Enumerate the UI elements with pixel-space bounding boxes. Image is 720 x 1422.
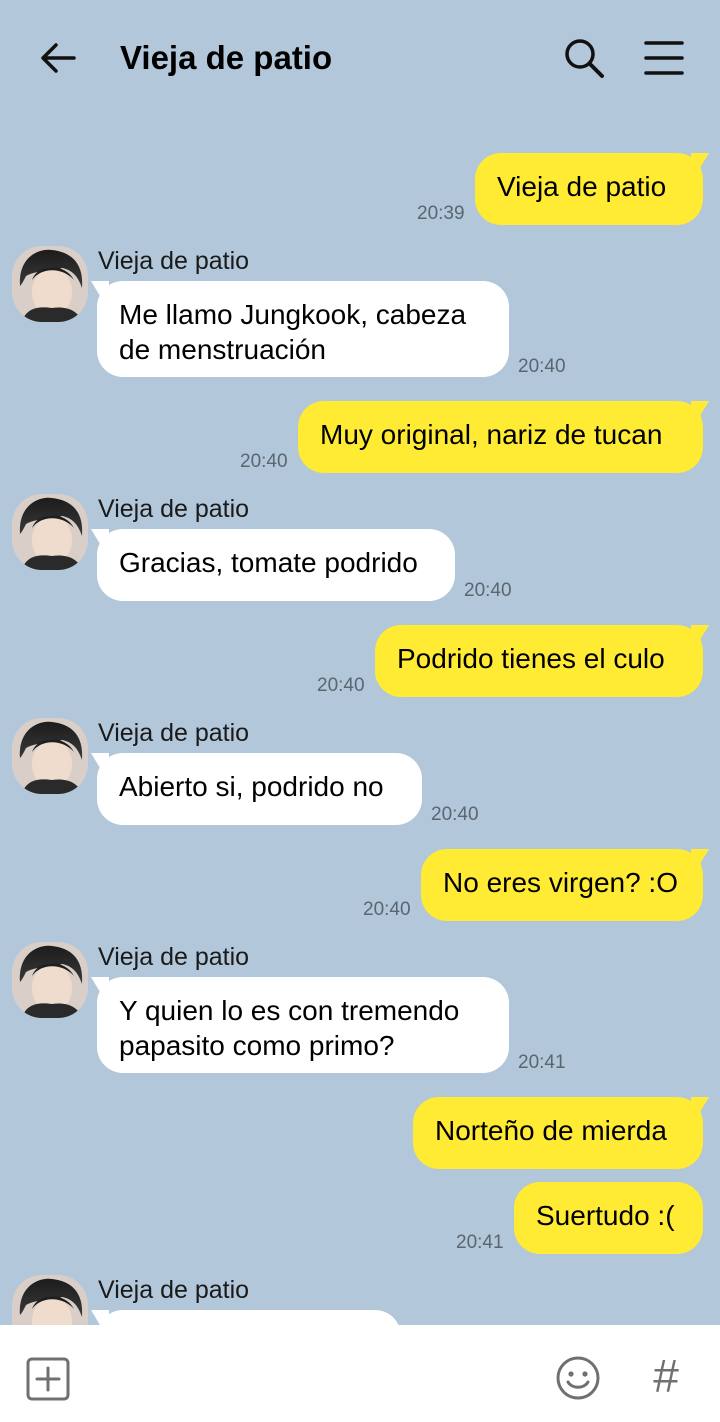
chat-header: Vieja de patio <box>0 0 720 115</box>
message-text: Gracias, tomate podrido <box>119 547 418 578</box>
message-text: Podrido tienes el culo <box>397 643 665 674</box>
outgoing-message[interactable]: Norteño de mierda <box>413 1097 703 1169</box>
message-text-line: Me llamo Jungkook, cabeza <box>119 299 467 330</box>
avatar[interactable] <box>12 494 88 570</box>
avatar[interactable] <box>12 718 88 794</box>
message-text: Vieja de patio <box>497 171 667 202</box>
avatar[interactable] <box>12 942 88 1018</box>
plus-box-icon <box>26 1357 70 1401</box>
chat-title: Vieja de patio <box>120 39 333 76</box>
contact-photo <box>12 1275 88 1325</box>
menu-button[interactable] <box>643 38 685 78</box>
search-button[interactable] <box>562 36 606 80</box>
message-list[interactable]: 20:39 Vieja de patio Vieja de patio Me l… <box>0 115 720 1325</box>
message-time: 20:40 <box>431 804 479 825</box>
outgoing-message[interactable]: Vieja de patio <box>475 153 703 225</box>
message-text: No eres virgen? :O <box>443 867 678 898</box>
contact-photo <box>12 718 88 794</box>
sender-name: Vieja de patio <box>98 943 250 971</box>
message-time: 20:40 <box>464 580 512 601</box>
contact-photo <box>12 246 88 322</box>
message-time: 20:41 <box>518 1052 566 1073</box>
arrow-left-icon <box>41 43 76 73</box>
hamburger-menu-icon <box>644 41 684 75</box>
sender-name: Vieja de patio <box>98 495 250 523</box>
hashtag-button[interactable]: # <box>645 1351 687 1401</box>
sender-name: Vieja de patio <box>98 1276 250 1304</box>
message-time: 20:40 <box>317 675 365 696</box>
message-time: 20:41 <box>456 1232 504 1253</box>
sender-name: Vieja de patio <box>98 719 250 747</box>
message-text: Suertudo :( <box>536 1200 675 1231</box>
message-time: 20:40 <box>363 899 411 920</box>
incoming-message[interactable]: Gracias, tomate podrido <box>97 529 455 601</box>
message-time: 20:40 <box>240 451 288 472</box>
outgoing-message[interactable]: Podrido tienes el culo <box>375 625 703 697</box>
message-text: Norteño de mierda <box>435 1115 667 1146</box>
avatar[interactable] <box>12 1275 88 1325</box>
message-time: 20:40 <box>518 356 566 377</box>
input-bar: # <box>0 1325 720 1422</box>
smiley-icon <box>556 1356 600 1400</box>
incoming-message[interactable]: Y quien lo es con tremendo papasito como… <box>97 977 509 1073</box>
message-text: Abierto si, podrido no <box>119 771 384 802</box>
message-text: Muy original, nariz de tucan <box>320 419 663 450</box>
back-button[interactable] <box>38 38 78 78</box>
incoming-message[interactable] <box>97 1310 401 1325</box>
contact-photo <box>12 494 88 570</box>
message-time: 20:39 <box>417 203 465 224</box>
message-text-line: de menstruación <box>119 334 327 365</box>
message-text-line: Y quien lo es con tremendo <box>119 995 460 1026</box>
incoming-message[interactable]: Me llamo Jungkook, cabeza de menstruació… <box>97 281 509 377</box>
emoji-button[interactable] <box>555 1355 601 1401</box>
outgoing-message[interactable]: Muy original, nariz de tucan <box>298 401 703 473</box>
attach-button[interactable] <box>26 1357 70 1401</box>
contact-photo <box>12 942 88 1018</box>
search-icon <box>565 39 604 78</box>
outgoing-message[interactable]: Suertudo :( <box>514 1182 703 1254</box>
outgoing-message[interactable]: No eres virgen? :O <box>421 849 703 921</box>
incoming-message[interactable]: Abierto si, podrido no <box>97 753 422 825</box>
sender-name: Vieja de patio <box>98 247 250 275</box>
message-text-line: papasito como primo? <box>119 1030 395 1061</box>
avatar[interactable] <box>12 246 88 322</box>
